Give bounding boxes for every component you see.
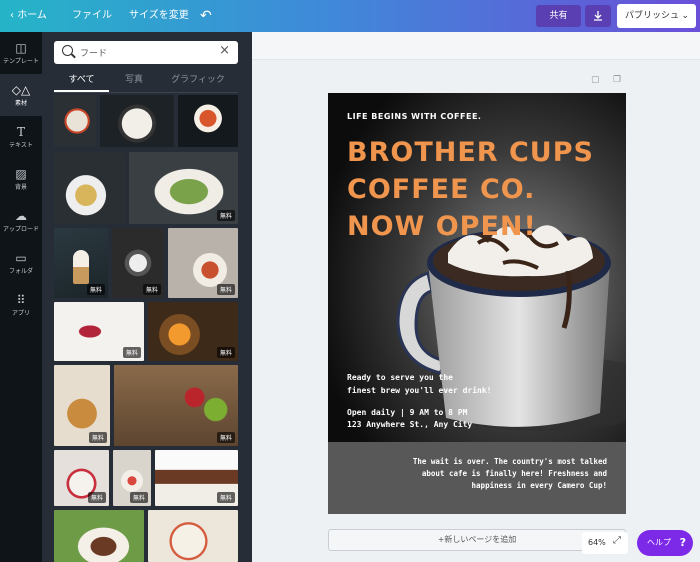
poster-blurb-line[interactable]: The wait is over. The country's most tal…: [413, 457, 607, 466]
comment-icon[interactable]: ▢: [591, 75, 600, 85]
poster-headline-line[interactable]: BROTHER CUPS: [347, 137, 594, 168]
poster-hours[interactable]: Open daily | 9 AM to 8 PM: [347, 408, 467, 417]
poster-blurb-line[interactable]: about cafe is finally here! Freshness an…: [422, 469, 607, 478]
publish-button[interactable]: パブリッシュ ⌄: [617, 4, 696, 28]
rail-item-text[interactable]: T テキスト: [0, 116, 42, 158]
file-menu-button[interactable]: ファイル: [72, 0, 112, 32]
food-photo-salad-bowl[interactable]: [54, 95, 96, 147]
rail-label: 素材: [14, 100, 27, 107]
rail-item-upload[interactable]: ☁ アップロード: [0, 200, 42, 242]
publish-label: パブリッシュ: [625, 11, 680, 21]
food-photo-cocoa-mug[interactable]: 無料: [112, 228, 164, 298]
food-photo-cupcake[interactable]: 無料: [113, 450, 151, 506]
free-badge: 無料: [216, 492, 235, 503]
food-photo-dinner-table[interactable]: 無料: [168, 228, 238, 298]
free-badge: 無料: [88, 432, 107, 443]
food-photo-plate-dark[interactable]: [100, 95, 174, 147]
rail-label: テキスト: [9, 142, 33, 149]
tab-photos[interactable]: 写真: [114, 72, 154, 92]
side-rail: ◫ テンプレート ◇△ 素材 T テキスト ▨ 背景 ☁ アップロード ▭ フォ…: [0, 32, 42, 562]
rail-item-background[interactable]: ▨ 背景: [0, 158, 42, 200]
rail-item-apps[interactable]: ⠿ アプリ: [0, 284, 42, 326]
chevron-down-icon: ⌄: [681, 11, 689, 21]
food-photo-chocolate-cake[interactable]: 無料: [155, 450, 238, 506]
share-button[interactable]: 共有: [536, 5, 581, 27]
food-photo-salad-platter[interactable]: 無料: [129, 152, 238, 224]
elements-panel: × すべて 写真 グラフィック 無料 無料 無料 無料 無料 無料: [42, 32, 252, 562]
editor-app: ‹ ホーム ファイル サイズを変更 ↶ 共有 パブリッシュ ⌄ ◫ テンプレート…: [0, 0, 700, 562]
undo-icon[interactable]: ↶: [200, 0, 212, 32]
food-photo-strawberry-cake[interactable]: 無料: [54, 450, 109, 506]
free-badge: 無料: [216, 347, 235, 358]
copy-icon[interactable]: ❐: [613, 75, 621, 85]
food-photo-soup-bowl[interactable]: [178, 95, 238, 147]
food-photo-raspberries[interactable]: 無料: [54, 302, 144, 361]
download-arrow: [594, 11, 602, 21]
rail-item-folder[interactable]: ▭ フォルダ: [0, 242, 42, 284]
free-badge: 無料: [216, 210, 235, 221]
food-photo-pizza[interactable]: 無料: [54, 365, 110, 446]
food-photo-ice-cream[interactable]: 無料: [54, 228, 108, 298]
free-badge: 無料: [87, 492, 106, 503]
text-icon: T: [16, 125, 25, 139]
free-badge: 無料: [86, 284, 105, 295]
search-box[interactable]: ×: [54, 41, 238, 64]
poster-blurb-line[interactable]: happiness in every Camero Cup!: [472, 481, 607, 490]
food-photo-birthday-cake[interactable]: [148, 510, 238, 562]
home-button[interactable]: ‹ ホーム: [10, 0, 47, 32]
poster-headline-line[interactable]: COFFEE CO.: [347, 174, 535, 205]
search-input[interactable]: [80, 41, 210, 64]
free-badge: 無料: [216, 284, 235, 295]
rail-item-templates[interactable]: ◫ テンプレート: [0, 32, 42, 74]
background-icon: ▨: [15, 167, 27, 181]
apps-icon: ⠿: [16, 293, 26, 307]
poster-headline-line[interactable]: NOW OPEN!: [347, 211, 537, 242]
top-bar: ‹ ホーム ファイル サイズを変更 ↶ 共有 パブリッシュ ⌄: [0, 0, 700, 32]
rail-item-elements[interactable]: ◇△ 素材: [0, 74, 42, 116]
ice-cream-shape: [73, 250, 89, 284]
poster-ready-text[interactable]: Ready to serve you the: [347, 373, 453, 382]
close-icon[interactable]: ×: [219, 43, 230, 58]
poster-ready-text[interactable]: finest brew you'll ever drink!: [347, 386, 492, 395]
rail-label: アップロード: [2, 226, 39, 233]
zoom-level[interactable]: 64%: [582, 532, 628, 554]
template-icon: ◫: [15, 41, 27, 55]
free-badge: 無料: [142, 284, 161, 295]
food-photo-fruit-plate[interactable]: [54, 152, 125, 224]
upload-icon: ☁: [15, 209, 27, 223]
rail-label: 背景: [14, 184, 27, 191]
folder-icon: ▭: [15, 251, 27, 265]
canvas-toolbar-strip: [252, 32, 700, 60]
free-badge: 無料: [129, 492, 148, 503]
question-icon: ?: [679, 536, 686, 549]
elements-icon: ◇△: [11, 83, 31, 97]
search-icon: [62, 45, 73, 56]
tab-all[interactable]: すべて: [54, 72, 109, 92]
poster-address[interactable]: 123 Anywhere St., Any City: [347, 420, 472, 429]
free-badge: 無料: [122, 347, 141, 358]
poster-tagline[interactable]: LIFE BEGINS WITH COFFEE.: [347, 112, 481, 121]
rail-label: アプリ: [11, 310, 30, 317]
design-canvas: ▢ ❐ LIFE BEGINS WITH COFFEE. BROTHER CUP…: [252, 32, 700, 562]
free-badge: 無料: [216, 432, 235, 443]
help-button[interactable]: ヘルプ ?: [637, 530, 693, 556]
help-label: ヘルプ: [647, 538, 671, 547]
rail-label: フォルダ: [8, 268, 33, 275]
home-label: ホーム: [17, 10, 47, 21]
resize-button[interactable]: サイズを変更: [129, 0, 189, 32]
rail-label: テンプレート: [3, 58, 39, 65]
food-photo-apples-crate[interactable]: 無料: [114, 365, 238, 446]
food-photo-orange-slices[interactable]: 無料: [148, 302, 238, 361]
tab-graphics[interactable]: グラフィック: [168, 72, 228, 92]
poster-page[interactable]: LIFE BEGINS WITH COFFEE. BROTHER CUPS CO…: [328, 93, 626, 514]
expand-icon[interactable]: ⤢: [613, 535, 621, 546]
poster-footer-band[interactable]: [328, 442, 626, 514]
food-photo-cake-slice[interactable]: [54, 510, 144, 562]
chevron-left-icon: ‹: [10, 10, 14, 21]
download-icon[interactable]: [585, 5, 611, 27]
tab-divider: [54, 92, 238, 93]
